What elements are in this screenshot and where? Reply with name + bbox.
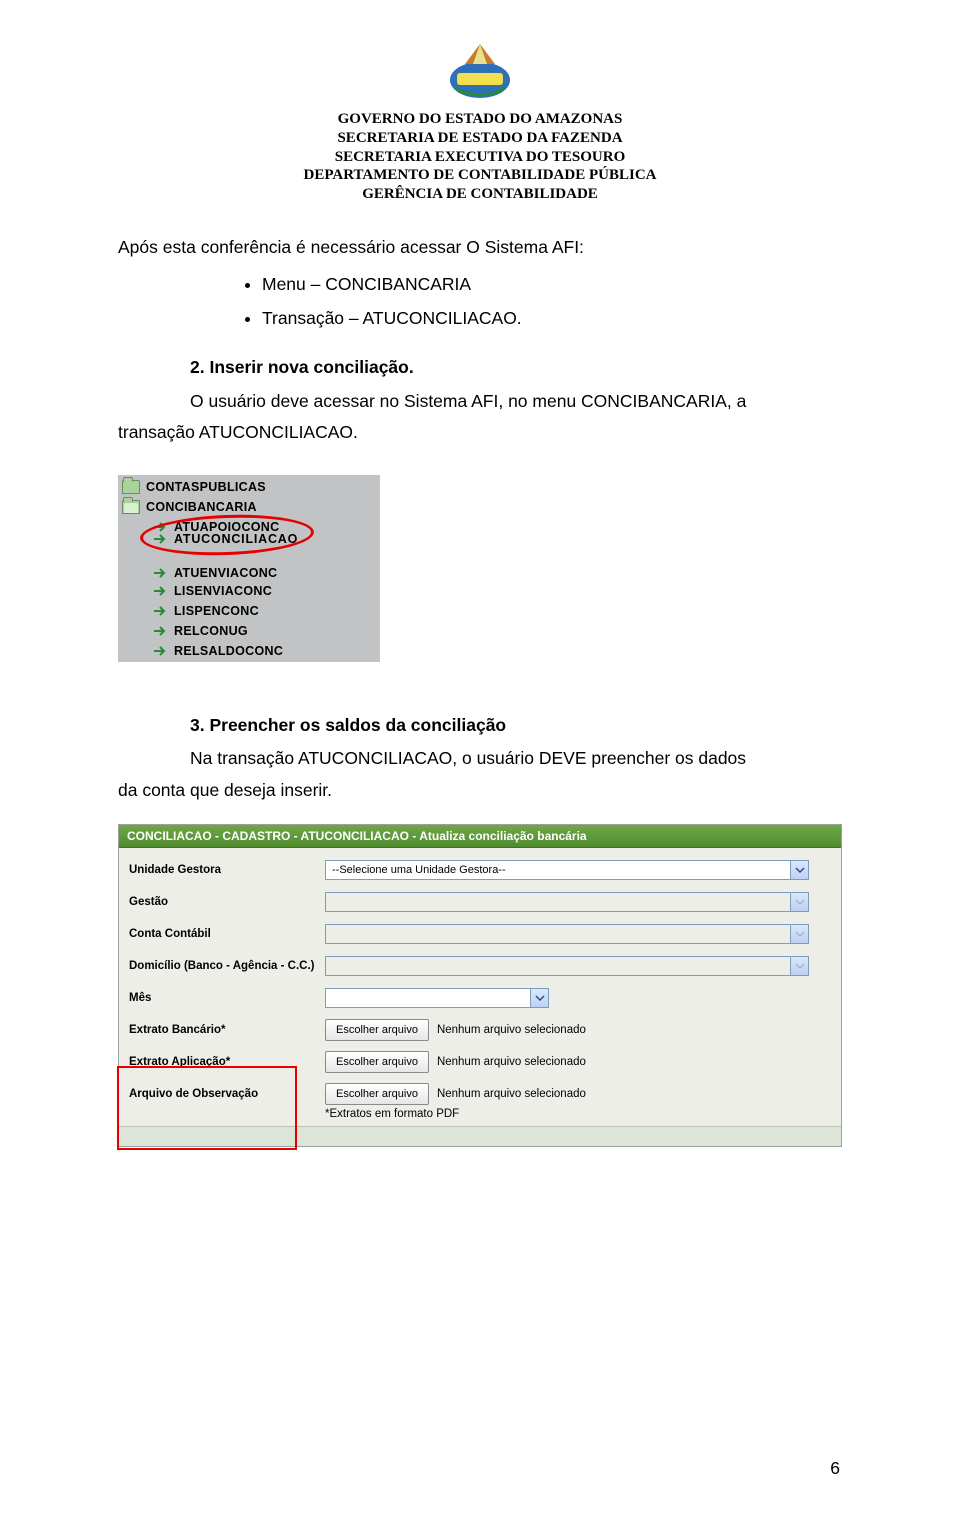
intro-bullets: Menu – CONCIBANCARIA Transação – ATUCONC… <box>262 269 842 334</box>
label-conta-contabil: Conta Contábil <box>129 928 325 941</box>
section-3-body: Na transação ATUCONCILIACAO, o usuário D… <box>118 743 842 806</box>
header-line: GOVERNO DO ESTADO DO AMAZONAS <box>118 110 842 129</box>
header-line: DEPARTAMENTO DE CONTABILIDADE PÚBLICA <box>118 166 842 185</box>
chevron-down-icon <box>530 989 548 1007</box>
menu-item[interactable]: RELCONUG <box>174 624 248 638</box>
arrow-right-icon <box>152 644 168 658</box>
page-number: 6 <box>830 1458 840 1479</box>
label-extrato-bancario: Extrato Bancário* <box>129 1024 325 1037</box>
select-gestao[interactable] <box>325 892 809 912</box>
bullet-item: Transação – ATUCONCILIACAO. <box>262 303 842 335</box>
file-none-label: Nenhum arquivo selecionado <box>437 1088 586 1100</box>
chevron-down-icon <box>790 893 808 911</box>
arrow-right-icon <box>152 624 168 638</box>
menu-item[interactable]: LISPENCONC <box>174 604 259 618</box>
header-line: SECRETARIA DE ESTADO DA FAZENDA <box>118 129 842 148</box>
folder-icon <box>122 480 140 494</box>
arrow-right-icon <box>152 604 168 618</box>
bullet-item: Menu – CONCIBANCARIA <box>262 269 842 301</box>
select-domicilio[interactable] <box>325 956 809 976</box>
file-choose-button[interactable]: Escolher arquivo <box>325 1019 429 1041</box>
menu-item[interactable]: RELSALDOCONC <box>174 644 283 658</box>
arrow-right-icon <box>152 584 168 598</box>
label-arquivo-observacao: Arquivo de Observação <box>129 1088 325 1101</box>
chevron-down-icon <box>790 861 808 879</box>
label-domicilio: Domicílio (Banco - Agência - C.C.) <box>129 960 325 973</box>
folder-open-icon <box>122 500 140 514</box>
chevron-down-icon <box>790 957 808 975</box>
header-line: SECRETARIA EXECUTIVA DO TESOURO <box>118 148 842 167</box>
arrow-right-icon <box>152 532 168 546</box>
label-gestao: Gestão <box>129 896 325 909</box>
label-unidade-gestora: Unidade Gestora <box>129 864 325 877</box>
select-conta-contabil[interactable] <box>325 924 809 944</box>
menu-item[interactable]: LISENVIACONC <box>174 584 272 598</box>
select-value: --Selecione uma Unidade Gestora-- <box>332 864 506 876</box>
menu-tree-screenshot: CONTASPUBLICAS CONCIBANCARIA ATUAPOIOCON… <box>118 475 380 662</box>
arrow-right-icon <box>152 566 168 580</box>
form-note: *Extratos em formato PDF <box>119 1108 841 1120</box>
section-2-title: 2. Inserir nova conciliação. <box>118 352 842 384</box>
label-mes: Mês <box>129 992 325 1005</box>
menu-folder-label: CONTASPUBLICAS <box>146 480 266 494</box>
menu-item-highlighted[interactable]: ATUCONCILIACAO <box>174 532 298 546</box>
document-header: GOVERNO DO ESTADO DO AMAZONAS SECRETARIA… <box>118 110 842 204</box>
menu-folder-label: CONCIBANCARIA <box>146 500 257 514</box>
section-2-body: O usuário deve acessar no Sistema AFI, n… <box>118 386 842 449</box>
form-screenshot: CONCILIACAO - CADASTRO - ATUCONCILIACAO … <box>118 824 842 1147</box>
file-none-label: Nenhum arquivo selecionado <box>437 1024 586 1036</box>
file-choose-button[interactable]: Escolher arquivo <box>325 1051 429 1073</box>
select-unidade-gestora[interactable]: --Selecione uma Unidade Gestora-- <box>325 860 809 880</box>
label-extrato-aplicacao: Extrato Aplicação* <box>129 1056 325 1069</box>
file-none-label: Nenhum arquivo selecionado <box>437 1056 586 1068</box>
form-status-bar <box>119 1126 841 1146</box>
menu-item[interactable]: ATUENVIACONC <box>174 566 277 580</box>
header-line: GERÊNCIA DE CONTABILIDADE <box>118 185 842 204</box>
intro-sentence: Após esta conferência é necessário acess… <box>118 232 842 264</box>
select-mes[interactable] <box>325 988 549 1008</box>
chevron-down-icon <box>790 925 808 943</box>
file-choose-button[interactable]: Escolher arquivo <box>325 1083 429 1105</box>
state-seal-logo <box>445 40 515 102</box>
section-3-title: 3. Preencher os saldos da conciliação <box>118 710 842 742</box>
form-title-bar: CONCILIACAO - CADASTRO - ATUCONCILIACAO … <box>119 825 841 848</box>
